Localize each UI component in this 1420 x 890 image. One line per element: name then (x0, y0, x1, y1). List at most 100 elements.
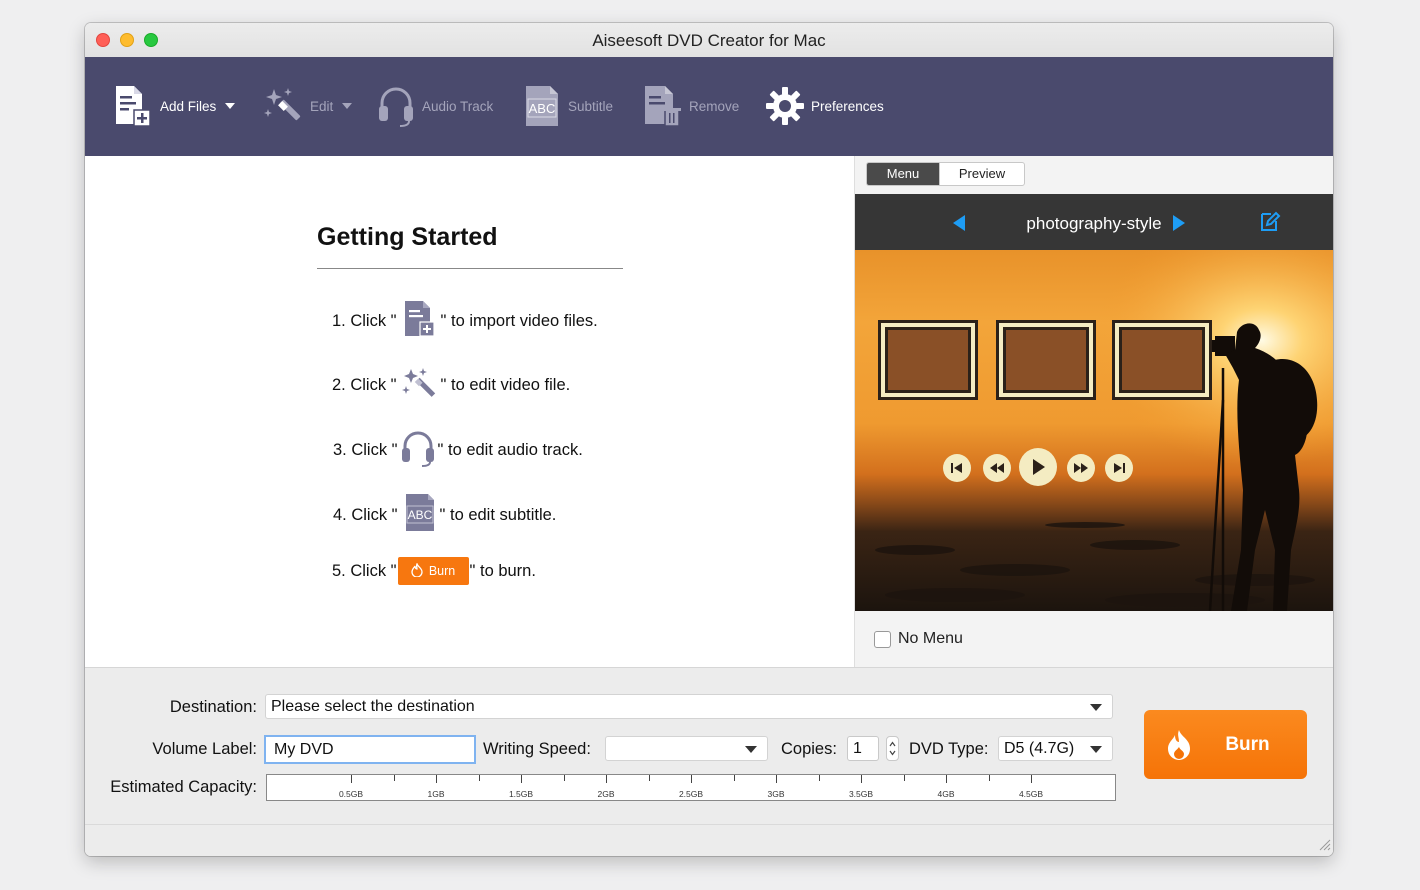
step-audio: 3. Click " " to edit audio track. (333, 429, 583, 472)
capacity-minor-tick (903, 775, 905, 781)
subtitle-button[interactable]: ABC Subtitle (524, 82, 613, 130)
sunset-photographer-image (855, 250, 1333, 611)
app-window: Aiseesoft DVD Creator for Mac Add Files (85, 23, 1333, 856)
svg-text:ABC: ABC (407, 508, 432, 522)
skip-forward-icon[interactable] (1105, 454, 1133, 482)
magic-wand-icon (262, 85, 304, 127)
window-title: Aiseesoft DVD Creator for Mac (592, 31, 826, 50)
capacity-tick (776, 775, 777, 783)
dvd-type-select[interactable]: D5 (4.7G) (998, 736, 1113, 761)
capacity-tick-label: 4GB (937, 789, 955, 799)
step-text: " to import video files. (440, 312, 598, 330)
template-selector: photography-style (855, 194, 1333, 250)
magic-wand-icon (399, 365, 439, 406)
add-file-icon (399, 300, 439, 343)
skip-back-icon[interactable] (943, 454, 971, 482)
tab-menu[interactable]: Menu (867, 163, 939, 185)
getting-started-title: Getting Started (317, 223, 498, 251)
capacity-tick (521, 775, 522, 783)
no-menu-option[interactable]: No Menu (874, 630, 963, 648)
burn-label: Burn (1225, 733, 1270, 755)
add-files-dropdown-icon[interactable] (225, 103, 236, 109)
capacity-minor-tick (733, 775, 735, 781)
step-text: " to edit subtitle. (439, 506, 557, 524)
preferences-button[interactable]: Preferences (765, 82, 884, 130)
edit-button[interactable]: Edit (262, 82, 353, 130)
status-bar (85, 824, 1333, 856)
step-text: " to edit audio track. (437, 441, 583, 459)
step-text: " to burn. (469, 561, 536, 580)
burn-example-badge: Burn (397, 557, 469, 585)
destination-select[interactable]: Please select the destination (265, 694, 1113, 719)
burn-example-label: Burn (428, 564, 456, 578)
step-text: 2. Click " (332, 376, 397, 394)
chapter-thumbnail[interactable] (999, 323, 1093, 397)
step-text: 5. Click " (332, 561, 397, 580)
next-template-arrow-icon[interactable] (1173, 215, 1185, 231)
capacity-minor-tick (393, 775, 395, 781)
capacity-minor-tick (818, 775, 820, 781)
edit-menu-icon[interactable] (1257, 210, 1281, 239)
step-text: 3. Click " (333, 441, 398, 459)
step-edit: 2. Click " " to edit video file. (332, 365, 570, 406)
step-subtitle: 4. Click " ABC " to edit subtitle. (333, 493, 556, 538)
no-menu-checkbox[interactable] (874, 630, 891, 648)
capacity-minor-tick (478, 775, 480, 781)
headphones-icon (376, 85, 416, 127)
capacity-tick-label: 1GB (427, 789, 445, 799)
destination-value: Please select the destination (271, 698, 475, 715)
step-text: " to edit video file. (440, 376, 571, 394)
capacity-tick-label: 3.5GB (848, 789, 874, 799)
edit-dropdown-icon[interactable] (342, 103, 353, 109)
tab-preview[interactable]: Preview (939, 163, 1024, 185)
capacity-tick (691, 775, 692, 783)
estimated-capacity-label: Estimated Capacity: (110, 778, 257, 796)
writing-speed-select[interactable] (605, 736, 768, 761)
remove-button[interactable]: Remove (643, 82, 739, 130)
capacity-tick-label: 2.5GB (678, 789, 704, 799)
step-text: 4. Click " (333, 506, 398, 524)
title-divider (317, 268, 623, 269)
headphones-icon (399, 429, 437, 472)
capacity-bar: 0.5GB 1GB 1.5GB 2GB 2.5GB 3GB 3.5GB 4GB 4.5GB (266, 774, 1116, 801)
capacity-tick-label: 4.5GB (1018, 789, 1044, 799)
capacity-minor-tick (648, 775, 650, 781)
audio-track-button[interactable]: Audio Track (376, 82, 493, 130)
dvd-type-value: D5 (4.7G) (1004, 740, 1075, 757)
flame-icon (411, 561, 423, 580)
step-burn: 5. Click " Burn " to burn. (332, 557, 536, 585)
chevron-down-icon (1090, 746, 1102, 753)
burn-button[interactable]: Burn (1144, 710, 1307, 779)
getting-started-panel: Getting Started 1. Click " " to import v… (85, 156, 855, 667)
capacity-tick-label: 2GB (597, 789, 615, 799)
copies-label: Copies: (781, 740, 837, 758)
capacity-tick (351, 775, 352, 783)
step-text: 1. Click " (332, 312, 397, 330)
capacity-tick (946, 775, 947, 783)
title-bar: Aiseesoft DVD Creator for Mac (85, 23, 1333, 58)
rewind-icon[interactable] (983, 454, 1011, 482)
menu-panel: Menu Preview photography-style No Menu (855, 156, 1333, 667)
play-icon[interactable] (1019, 448, 1057, 486)
step-import: 1. Click " " to import video files. (332, 300, 598, 343)
menu-preview-toggle: Menu Preview (866, 162, 1025, 186)
chapter-thumbnail[interactable] (881, 323, 975, 397)
dvd-type-label: DVD Type: (909, 740, 989, 758)
copies-input[interactable]: 1 (847, 736, 879, 761)
volume-label-input[interactable]: My DVD (264, 735, 476, 764)
capacity-minor-tick (563, 775, 565, 781)
resize-grip-icon[interactable] (1317, 837, 1331, 856)
fast-forward-icon[interactable] (1067, 454, 1095, 482)
preferences-label: Preferences (811, 98, 884, 114)
chevron-down-icon (745, 746, 757, 753)
copies-stepper[interactable] (886, 736, 899, 761)
add-files-button[interactable]: Add Files (114, 82, 236, 130)
audio-track-label: Audio Track (422, 98, 494, 114)
capacity-tick-label: 3GB (767, 789, 785, 799)
chapter-thumbnail[interactable] (1115, 323, 1209, 397)
destination-label: Destination: (169, 698, 257, 716)
abc-subtitle-icon: ABC (524, 84, 562, 128)
flame-icon (1166, 729, 1192, 767)
writing-speed-label: Writing Speed: (483, 740, 591, 758)
gear-icon (765, 86, 805, 126)
